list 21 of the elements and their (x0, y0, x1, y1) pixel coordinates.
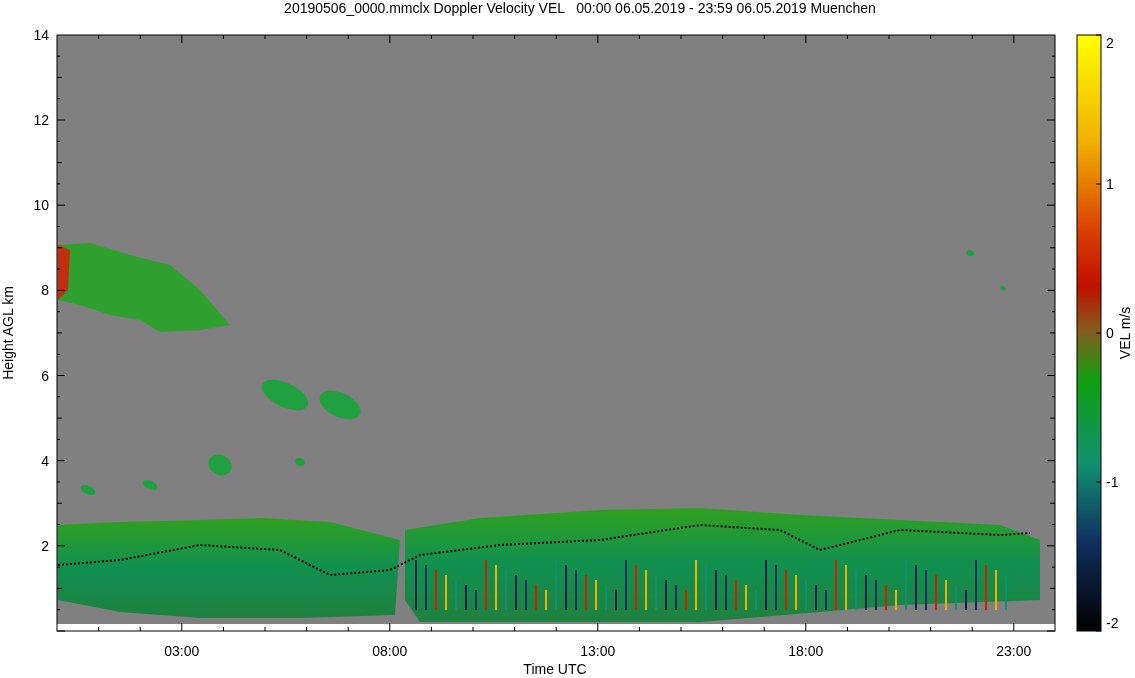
y-tick-label: 14 (33, 26, 49, 43)
x-tick-label: 13:00 (580, 643, 616, 659)
chart-title: 20190506_0000.mmclx Doppler Velocity VEL 00:00 06.05.2019 - 23:59 06.05.2019 Muenchen (284, 0, 876, 16)
y-tick-label: 6 (41, 367, 49, 384)
x-tick-label: 23:00 (996, 643, 1032, 659)
y-tick-label: 2 (41, 537, 49, 554)
x-tick-label: 03:00 (164, 643, 200, 659)
y-tick-label: 12 (33, 112, 49, 128)
y-tick-label: 8 (41, 282, 49, 299)
y-tick-label: 10 (33, 197, 49, 214)
colorbar-tick-label: 0 (1106, 325, 1114, 341)
colorbar-tick-label: 2 (1106, 35, 1114, 51)
x-tick-label: 18:00 (788, 643, 824, 659)
colorbar-tick-label: -2 (1106, 615, 1119, 631)
x-axis-label: Time UTC (523, 661, 587, 677)
colorbar-tick-label: 1 (1106, 176, 1114, 192)
y-axis-label: Height AGL km (0, 286, 16, 380)
y-tick-label: 4 (41, 452, 49, 469)
colorbar-tick-label: -1 (1106, 474, 1119, 490)
colorbar-label: VEL m/s (1117, 306, 1133, 360)
x-tick-label: 08:00 (372, 643, 408, 659)
